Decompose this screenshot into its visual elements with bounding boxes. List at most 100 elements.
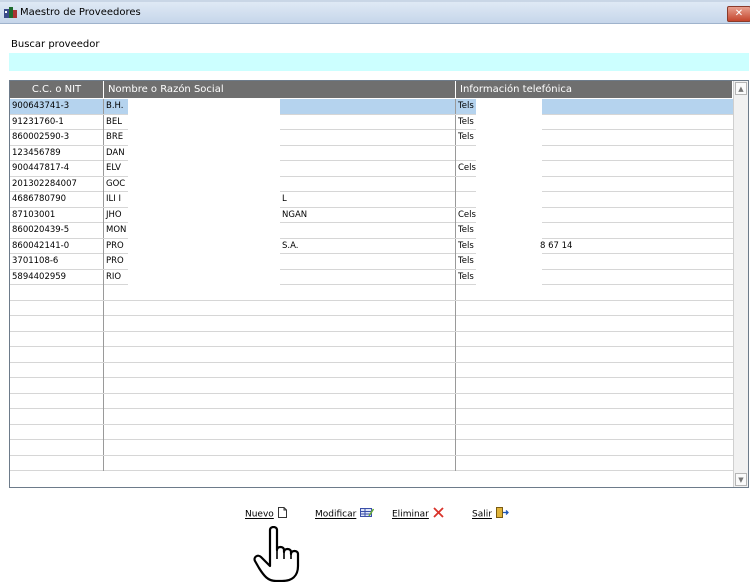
name-tail-text: L — [282, 194, 287, 204]
empty-cell — [10, 316, 104, 331]
name-cell-text: JHO — [106, 209, 122, 220]
nit-cell: 900643741-3 — [10, 99, 104, 114]
empty-row[interactable] — [10, 440, 733, 456]
empty-row[interactable] — [10, 409, 733, 425]
phone-cell-text: Tels — [458, 271, 474, 282]
empty-row[interactable] — [10, 331, 733, 347]
nit-cell: 860020439-5 — [10, 223, 104, 238]
empty-row[interactable] — [10, 316, 733, 332]
exit-button[interactable]: Salir — [472, 507, 509, 521]
nit-cell: 201302284007 — [10, 176, 104, 192]
redaction-block — [128, 268, 280, 285]
nit-cell-text: 900447817-4 — [12, 163, 70, 173]
nit-cell-text: 900643741-3 — [12, 101, 70, 111]
redaction-block — [128, 237, 280, 254]
table-row[interactable]: 860042141-0 PRO Tels S.A. 8 67 14 — [10, 237, 733, 254]
nit-cell: 4686780790 — [10, 192, 104, 207]
empty-cell — [104, 316, 456, 331]
empty-cell — [104, 455, 456, 471]
table-body: 900643741-3 B.H. Tels 91231760-1 BEL Tels 8600… — [10, 98, 733, 471]
name-cell-text: RIO — [106, 271, 122, 282]
column-header-phone[interactable]: Información telefónica — [456, 81, 733, 98]
redaction-block — [476, 160, 542, 176]
table-row[interactable]: 3701108-6 PRO Tels — [10, 253, 733, 270]
table-row[interactable]: 201302284007 GOC — [10, 175, 733, 192]
phone-cell-text: Tels — [458, 240, 474, 251]
redaction-block — [476, 237, 542, 254]
empty-cell — [456, 332, 733, 347]
nit-cell: 900447817-4 — [10, 161, 104, 176]
empty-cell — [10, 347, 104, 362]
hand-pointer-cursor-icon — [253, 526, 300, 582]
empty-row[interactable] — [10, 300, 733, 316]
empty-row[interactable] — [10, 362, 733, 378]
nit-cell-text: 860002590-3 — [12, 132, 70, 142]
empty-row[interactable] — [10, 393, 733, 409]
table-row[interactable]: 860020439-5 MON Tels — [10, 222, 733, 239]
redaction-block — [128, 144, 280, 161]
window-title: Maestro de Proveedores — [20, 7, 141, 18]
vertical-scrollbar[interactable]: ▲ ▼ — [733, 81, 748, 487]
modify-button-label: Modificar — [315, 509, 357, 520]
scroll-up-button[interactable]: ▲ — [735, 82, 747, 95]
name-cell-text: B.H. — [106, 101, 124, 111]
delete-x-icon — [433, 507, 444, 521]
empty-cell — [10, 331, 104, 347]
phone-cell-text: Tels — [458, 116, 474, 127]
app-icon — [4, 7, 17, 18]
empty-row[interactable] — [10, 455, 733, 471]
modify-button[interactable]: Modificar — [315, 507, 375, 521]
empty-row[interactable] — [10, 347, 733, 363]
empty-cell — [10, 362, 104, 378]
empty-row[interactable] — [10, 378, 733, 394]
empty-cell — [10, 424, 104, 440]
nit-cell-text: 201302284007 — [12, 178, 77, 189]
table-row[interactable]: 900643741-3 B.H. Tels — [10, 98, 733, 115]
nit-cell-text: 4686780790 — [12, 194, 67, 204]
window-titlebar: Maestro de Proveedores ✕ — [0, 2, 750, 24]
table-row[interactable]: 87103001 JHO Cels NGAN — [10, 206, 733, 223]
phone-cell-text: Tels — [458, 225, 474, 235]
empty-cell — [456, 316, 733, 331]
phone-cell-text: Cels — [458, 209, 476, 220]
nit-cell: 123456789 — [10, 145, 104, 161]
exit-door-icon — [495, 507, 509, 521]
phone-cell-text: Tels — [458, 132, 474, 142]
empty-cell — [104, 378, 456, 393]
name-cell-text: BRE — [106, 132, 124, 142]
table-row[interactable]: 91231760-1 BEL Tels — [10, 113, 733, 130]
redaction-block — [128, 160, 280, 176]
redaction-block — [128, 175, 280, 192]
redaction-block — [476, 113, 542, 130]
phone-tail-text: 8 67 14 — [540, 240, 573, 251]
table-row[interactable]: 123456789 DAN — [10, 144, 733, 161]
table-row[interactable]: 860002590-3 BRE Tels — [10, 129, 733, 146]
empty-cell — [456, 394, 733, 409]
redaction-block — [128, 191, 280, 207]
empty-row[interactable] — [10, 424, 733, 440]
empty-cell — [104, 300, 456, 316]
empty-cell — [10, 378, 104, 393]
empty-cell — [10, 455, 104, 471]
empty-row[interactable] — [10, 285, 733, 301]
column-header-name[interactable]: Nombre o Razón Social — [104, 81, 456, 98]
nit-cell-text: 3701108-6 — [12, 256, 59, 266]
search-input[interactable] — [9, 53, 749, 71]
table-row[interactable]: 4686780790 ILI I L — [10, 191, 733, 208]
delete-button[interactable]: Eliminar — [392, 507, 444, 521]
scroll-down-button[interactable]: ▼ — [735, 473, 747, 486]
table-row[interactable]: 5894402959 RIO Tels — [10, 268, 733, 285]
new-document-icon — [277, 507, 287, 521]
empty-cell — [456, 378, 733, 393]
redaction-block — [476, 268, 542, 285]
new-button[interactable]: Nuevo — [245, 507, 287, 521]
name-cell-text: DAN — [106, 147, 125, 158]
nit-cell-text: 123456789 — [12, 147, 61, 158]
redaction-block — [128, 253, 280, 269]
table-row[interactable]: 900447817-4 ELV Cels — [10, 160, 733, 177]
empty-cell — [456, 301, 733, 316]
exit-button-label: Salir — [472, 509, 492, 520]
column-header-nit[interactable]: C.C. o NIT — [10, 81, 104, 98]
close-button[interactable]: ✕ — [727, 6, 750, 22]
nit-cell: 3701108-6 — [10, 254, 104, 269]
